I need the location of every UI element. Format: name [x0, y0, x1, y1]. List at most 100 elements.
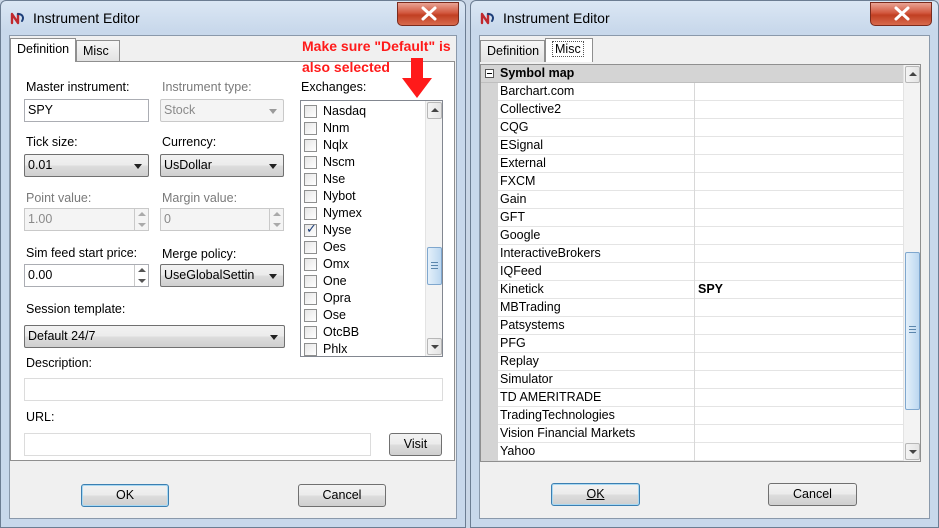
- symbol-value-cell[interactable]: [694, 353, 904, 371]
- spin-buttons[interactable]: [134, 265, 148, 286]
- symbol-map-row[interactable]: Google: [481, 227, 904, 245]
- exchange-checkbox[interactable]: [304, 326, 317, 339]
- symbol-map-row[interactable]: FXCM: [481, 173, 904, 191]
- symbol-value-cell[interactable]: [694, 317, 904, 335]
- scroll-up-button[interactable]: [427, 102, 442, 119]
- symbol-map-row[interactable]: Simulator: [481, 371, 904, 389]
- symbol-map-row[interactable]: External: [481, 155, 904, 173]
- symbol-value-cell[interactable]: [694, 407, 904, 425]
- tab-definition[interactable]: Definition: [10, 38, 76, 62]
- symbol-map-row[interactable]: Vision Financial Markets: [481, 425, 904, 443]
- spin-up-icon[interactable]: [138, 268, 146, 272]
- cancel-button[interactable]: Cancel: [768, 483, 857, 506]
- symbol-value-cell[interactable]: [694, 155, 904, 173]
- provider-name: CQG: [500, 120, 529, 134]
- exchange-name: Nyse: [323, 223, 352, 237]
- close-button[interactable]: [397, 2, 459, 26]
- exchanges-scrollbar[interactable]: [425, 101, 442, 356]
- grid-scrollbar[interactable]: [903, 65, 920, 461]
- symbol-value-cell[interactable]: [694, 425, 904, 443]
- symbol-map-row[interactable]: IQFeed: [481, 263, 904, 281]
- symbol-map-row[interactable]: Yahoo: [481, 443, 904, 461]
- ok-button[interactable]: OK: [551, 483, 640, 506]
- exchange-checkbox[interactable]: [304, 105, 317, 118]
- tab-misc[interactable]: Misc: [545, 38, 593, 62]
- symbol-value-cell[interactable]: [694, 137, 904, 155]
- scroll-up-button[interactable]: [905, 66, 920, 83]
- symbol-value-cell[interactable]: [694, 173, 904, 191]
- symbol-value-cell[interactable]: [694, 299, 904, 317]
- cancel-button[interactable]: Cancel: [298, 484, 386, 507]
- symbol-value-cell[interactable]: [694, 209, 904, 227]
- exchange-checkbox[interactable]: [304, 156, 317, 169]
- collapse-icon[interactable]: [485, 69, 494, 78]
- url-field[interactable]: [24, 433, 371, 456]
- scroll-thumb[interactable]: [905, 252, 920, 410]
- exchange-checkbox[interactable]: [304, 343, 317, 356]
- tick-size-combo[interactable]: 0.01: [24, 154, 149, 177]
- scroll-thumb[interactable]: [427, 247, 442, 285]
- exchange-checkbox[interactable]: [304, 139, 317, 152]
- currency-label: Currency:: [162, 135, 217, 149]
- exchange-checkbox[interactable]: [304, 122, 317, 135]
- scroll-down-button[interactable]: [427, 338, 442, 355]
- symbol-map-row[interactable]: Barchart.com: [481, 83, 904, 101]
- exchange-checkbox[interactable]: [304, 207, 317, 220]
- currency-combo[interactable]: UsDollar: [160, 154, 284, 177]
- margin-value-value: 0: [164, 212, 171, 226]
- ok-button[interactable]: OK: [81, 484, 169, 507]
- symbol-map-row[interactable]: Collective2: [481, 101, 904, 119]
- symbol-value-cell[interactable]: [694, 263, 904, 281]
- visit-button[interactable]: Visit: [389, 433, 442, 456]
- merge-policy-combo[interactable]: UseGlobalSettin: [160, 264, 284, 287]
- row-gutter: [481, 335, 498, 353]
- symbol-map-category[interactable]: Symbol map: [481, 65, 904, 83]
- exchange-checkbox[interactable]: [304, 173, 317, 186]
- sim-feed-start-price-value: 0.00: [28, 268, 53, 282]
- scroll-down-button[interactable]: [905, 443, 920, 460]
- exchanges-list[interactable]: Nasdaq Nnm Nqlx Nscm Nse Nybot Nymex ✓ Nyse Oes Om…: [300, 100, 443, 357]
- symbol-map-row[interactable]: Patsystems: [481, 317, 904, 335]
- session-template-combo[interactable]: Default 24/7: [24, 325, 285, 348]
- symbol-value-cell[interactable]: [694, 335, 904, 353]
- symbol-value-cell[interactable]: [694, 245, 904, 263]
- symbol-map-row[interactable]: CQG: [481, 119, 904, 137]
- symbol-value-cell[interactable]: [694, 227, 904, 245]
- exchange-checkbox[interactable]: [304, 241, 317, 254]
- symbol-value-cell[interactable]: [694, 83, 904, 101]
- provider-name: TradingTechnologies: [500, 408, 615, 422]
- exchange-checkbox[interactable]: [304, 275, 317, 288]
- exchange-checkbox[interactable]: [304, 309, 317, 322]
- symbol-map-row[interactable]: TradingTechnologies: [481, 407, 904, 425]
- symbol-value-cell[interactable]: [694, 191, 904, 209]
- symbol-map-row[interactable]: InteractiveBrokers: [481, 245, 904, 263]
- tab-definition[interactable]: Definition: [480, 40, 545, 62]
- symbol-map-row[interactable]: Kinetick SPY: [481, 281, 904, 299]
- master-instrument-field[interactable]: SPY: [24, 99, 149, 122]
- exchange-checkbox[interactable]: [304, 190, 317, 203]
- tab-misc[interactable]: Misc: [76, 40, 120, 62]
- spin-down-icon[interactable]: [138, 279, 146, 283]
- symbol-value-cell[interactable]: [694, 119, 904, 137]
- symbol-value-cell[interactable]: SPY: [694, 281, 904, 299]
- symbol-map-row[interactable]: ESignal: [481, 137, 904, 155]
- description-field[interactable]: [24, 378, 443, 401]
- symbol-value-cell[interactable]: [694, 101, 904, 119]
- symbol-map-row[interactable]: GFT: [481, 209, 904, 227]
- symbol-map-property-grid[interactable]: Symbol map Barchart.com Collective2 CQG ESi…: [480, 64, 921, 462]
- exchange-checkbox[interactable]: ✓: [304, 221, 317, 237]
- symbol-map-row[interactable]: Replay: [481, 353, 904, 371]
- symbol-value-cell[interactable]: [694, 371, 904, 389]
- symbol-value-cell[interactable]: [694, 389, 904, 407]
- symbol-map-row[interactable]: TD AMERITRADE: [481, 389, 904, 407]
- exchange-checkbox[interactable]: [304, 258, 317, 271]
- symbol-map-row[interactable]: MBTrading: [481, 299, 904, 317]
- sim-feed-start-price-field[interactable]: 0.00: [24, 264, 149, 287]
- title-bar[interactable]: Instrument Editor: [471, 1, 938, 35]
- symbol-value-cell[interactable]: [694, 443, 904, 461]
- exchange-checkbox[interactable]: [304, 292, 317, 305]
- symbol-map-row[interactable]: Gain: [481, 191, 904, 209]
- symbol-map-row[interactable]: PFG: [481, 335, 904, 353]
- close-button[interactable]: [870, 2, 932, 26]
- title-bar[interactable]: Instrument Editor: [1, 1, 465, 35]
